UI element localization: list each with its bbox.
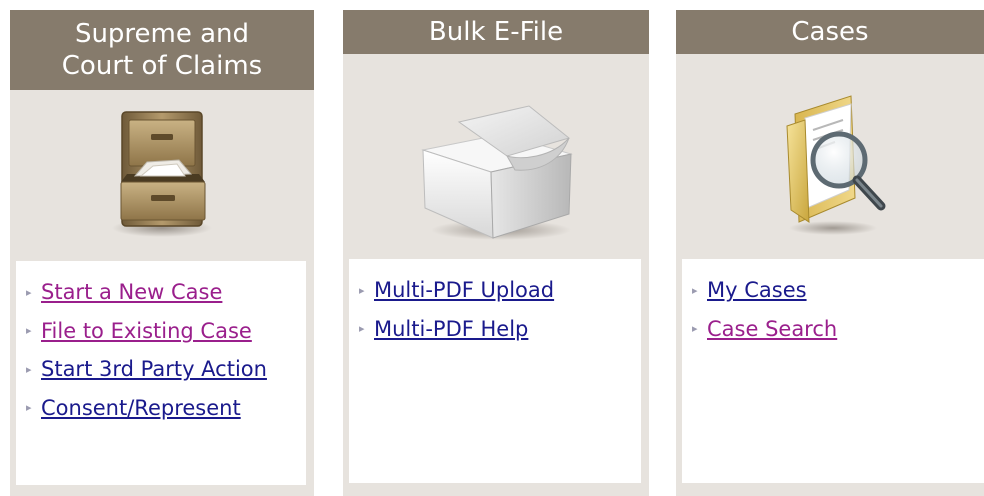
list-item: ▸ Multi-PDF Upload (359, 271, 641, 310)
panel-title: Bulk E-File (428, 17, 564, 47)
start-3rd-party-action-link[interactable]: Start 3rd Party Action (41, 357, 267, 381)
bullet-arrow-icon: ▸ (26, 324, 32, 338)
list-item: ▸ Start a New Case (26, 273, 306, 312)
links-box: ▸ My Cases ▸ Case Search (682, 259, 984, 483)
list-item: ▸ My Cases (692, 271, 984, 310)
file-to-existing-case-link[interactable]: File to Existing Case (41, 319, 252, 343)
case-search-link[interactable]: Case Search (707, 317, 837, 341)
bullet-arrow-icon: ▸ (359, 322, 365, 336)
bullet-arrow-icon: ▸ (692, 283, 698, 297)
efile-dashboard: Supreme and Court of Claims ▸ Start a Ne… (0, 0, 984, 496)
consent-represent-link[interactable]: Consent/Represent (41, 396, 241, 420)
my-cases-link[interactable]: My Cases (707, 278, 807, 302)
file-cabinet-icon (112, 111, 212, 237)
list-item: ▸ Start 3rd Party Action (26, 350, 306, 389)
paper-box-icon (421, 105, 573, 240)
panel-title: Cases (791, 17, 869, 47)
links-box: ▸ Multi-PDF Upload ▸ Multi-PDF Help (349, 259, 641, 483)
bullet-arrow-icon: ▸ (359, 283, 365, 297)
list-item: ▸ File to Existing Case (26, 312, 306, 351)
panel-title-line2: Court of Claims (61, 51, 263, 81)
bullet-arrow-icon: ▸ (26, 362, 32, 376)
list-item: ▸ Case Search (692, 310, 984, 349)
panel-header: Cases (676, 10, 984, 54)
bullet-arrow-icon: ▸ (26, 285, 32, 299)
panel-title-line1: Supreme and (74, 19, 250, 49)
panel-bulk-e-file: Bulk E-File ▸ Multi-PDF Upload ▸ Multi-P… (343, 10, 649, 496)
list-item: ▸ Consent/Represent (26, 389, 306, 428)
multi-pdf-help-link[interactable]: Multi-PDF Help (374, 317, 528, 341)
panel-header: Bulk E-File (343, 10, 649, 54)
panel-cases: Cases ▸ My Cases ▸ Case Search (676, 10, 984, 496)
multi-pdf-upload-link[interactable]: Multi-PDF Upload (374, 278, 554, 302)
panel-header: Supreme and Court of Claims (10, 10, 314, 90)
list-item: ▸ Multi-PDF Help (359, 310, 641, 349)
links-box: ▸ Start a New Case ▸ File to Existing Ca… (16, 261, 306, 485)
panel-supreme-court-of-claims: Supreme and Court of Claims ▸ Start a Ne… (10, 10, 314, 496)
bullet-arrow-icon: ▸ (26, 401, 32, 415)
start-new-case-link[interactable]: Start a New Case (41, 280, 222, 304)
bullet-arrow-icon: ▸ (692, 322, 698, 336)
folder-search-icon (786, 95, 886, 235)
